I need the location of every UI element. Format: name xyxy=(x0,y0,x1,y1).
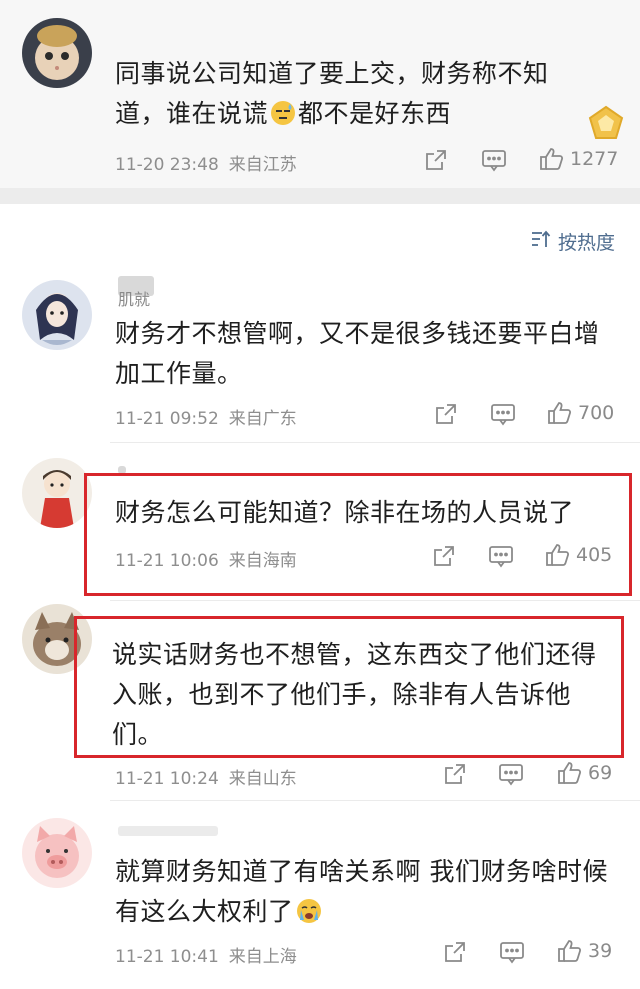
username[interactable]: 肌就 xyxy=(118,286,150,310)
highlight-box xyxy=(84,473,632,596)
comment-icon xyxy=(498,762,524,786)
comment-meta: 11-21 10:24 来自山东 xyxy=(115,769,297,789)
comment-icon xyxy=(499,940,525,964)
sort-icon xyxy=(530,229,558,254)
like-count: 39 xyxy=(588,940,613,962)
share-icon xyxy=(443,940,467,964)
sort-by-hot-button[interactable]: 按热度 xyxy=(530,228,615,255)
comment-text: 同事说公司知道了要上交，财务称不知道，谁在说谎 都不是好东西 xyxy=(115,59,549,128)
divider xyxy=(110,600,640,601)
comment-meta: 11-21 09:52 来自广东 xyxy=(115,409,297,429)
share-button[interactable] xyxy=(443,940,467,964)
sweat-emoji-icon xyxy=(270,98,296,125)
highlight-box xyxy=(74,616,624,758)
fan-badge-icon xyxy=(586,104,626,144)
comment-text: 财务才不想管啊，又不是很多钱还要平白增加工作量。 xyxy=(115,319,600,388)
share-icon xyxy=(443,762,467,786)
like-icon xyxy=(546,400,572,426)
section-divider xyxy=(0,188,640,204)
like-icon xyxy=(556,938,582,964)
comment-meta: 11-20 23:48 来自江苏 xyxy=(115,155,297,175)
like-button[interactable]: 69 xyxy=(556,760,612,786)
like-button[interactable]: 1277 xyxy=(538,146,618,172)
crying-emoji-icon xyxy=(296,896,322,923)
divider xyxy=(110,442,640,443)
comment-button[interactable] xyxy=(498,762,524,786)
comment-icon xyxy=(490,402,516,426)
comment-icon xyxy=(481,148,507,172)
avatar[interactable] xyxy=(22,458,92,528)
like-count: 1277 xyxy=(570,148,619,170)
like-icon xyxy=(556,760,582,786)
like-button[interactable]: 700 xyxy=(546,400,614,426)
share-icon xyxy=(424,148,448,172)
comment-button[interactable] xyxy=(499,940,525,964)
like-icon xyxy=(538,146,564,172)
avatar[interactable] xyxy=(22,18,92,88)
username-redacted xyxy=(118,826,218,836)
share-button[interactable] xyxy=(443,762,467,786)
comment-text: 就算财务知道了有啥关系啊 我们财务啥时候有这么大权利了 xyxy=(115,857,608,926)
comment-button[interactable] xyxy=(490,402,516,426)
like-count: 69 xyxy=(588,762,613,784)
comment-meta: 11-21 10:41 来自上海 xyxy=(115,947,297,967)
share-button[interactable] xyxy=(434,402,458,426)
share-icon xyxy=(434,402,458,426)
comment-button[interactable] xyxy=(481,148,507,172)
like-button[interactable]: 39 xyxy=(556,938,612,964)
avatar[interactable] xyxy=(22,818,92,888)
share-button[interactable] xyxy=(424,148,448,172)
like-count: 700 xyxy=(578,402,615,424)
avatar[interactable] xyxy=(22,280,92,350)
divider xyxy=(110,800,640,801)
